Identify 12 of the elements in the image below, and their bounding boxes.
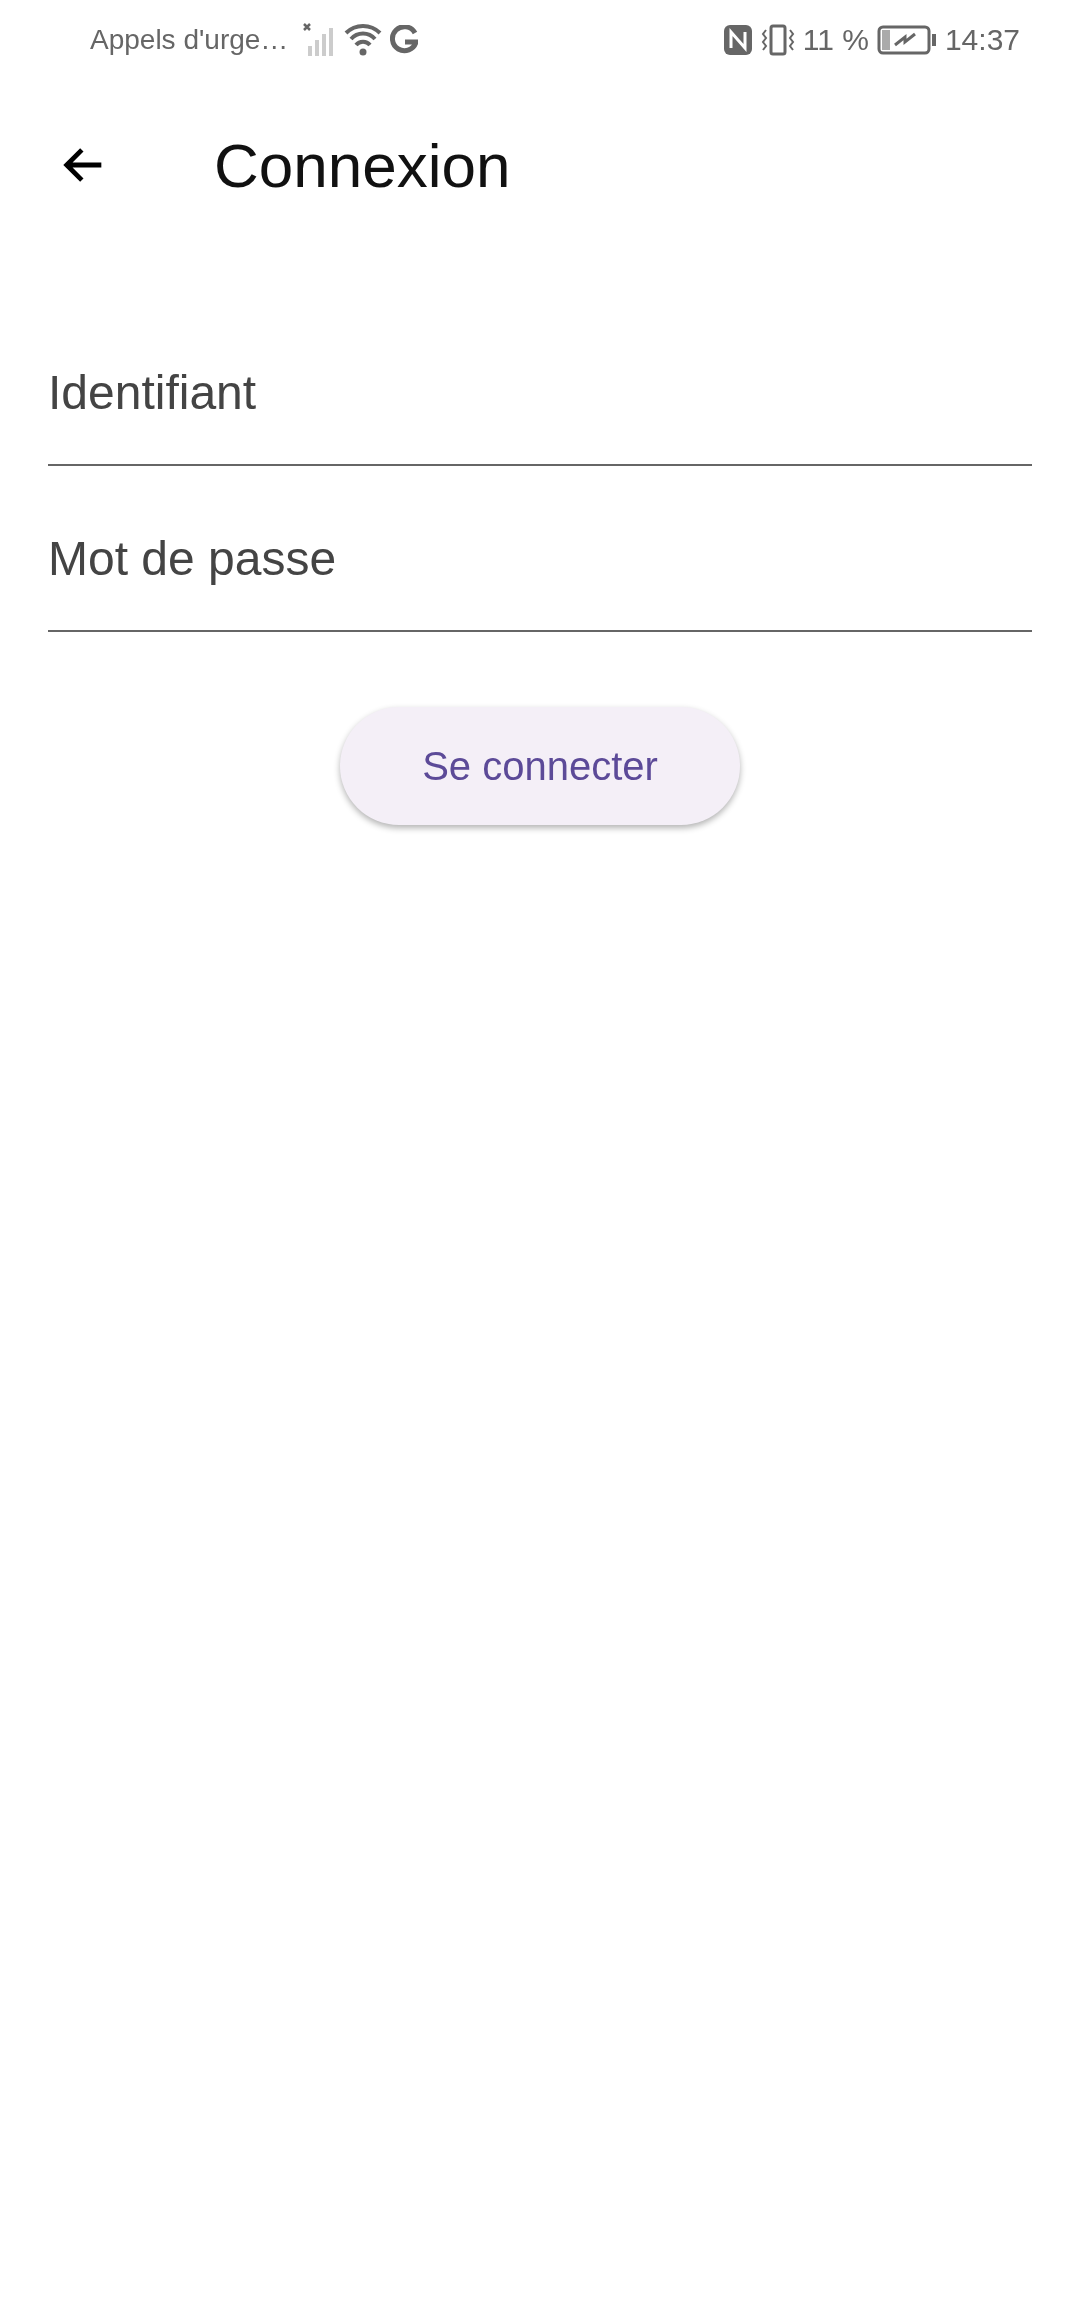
nfc-icon <box>722 24 753 56</box>
wifi-icon <box>344 23 383 57</box>
google-icon <box>390 25 419 55</box>
clock: 14:37 <box>944 23 1020 57</box>
status-text: Appels d'urge… <box>90 24 289 56</box>
login-button[interactable]: Se connecter <box>340 707 740 825</box>
input-field[interactable]: Mot de passe <box>48 466 1032 632</box>
battery-charging-icon <box>876 25 937 55</box>
battery-percent: 11 % <box>802 23 869 57</box>
page-title: Connexion <box>214 129 511 201</box>
vibrate-icon <box>760 24 795 56</box>
input-field[interactable]: Identifiant <box>48 300 1032 466</box>
